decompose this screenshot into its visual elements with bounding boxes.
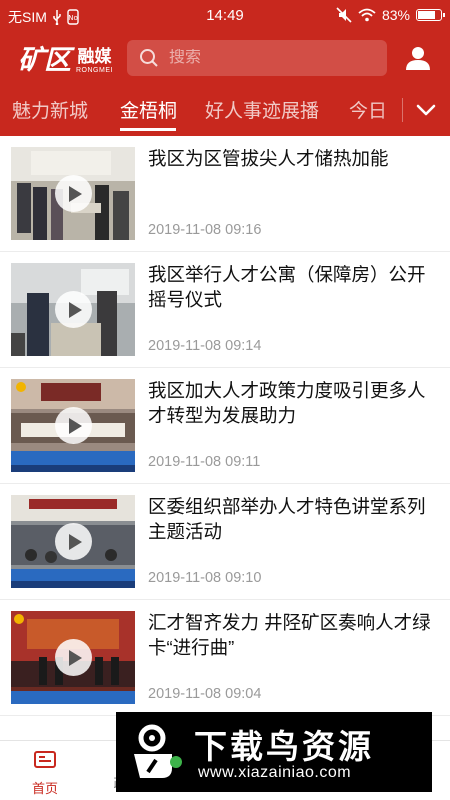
logo-en-text: RONGMEI — [76, 66, 113, 74]
user-icon — [406, 47, 430, 70]
app-header: 矿区 融媒 RONGMEI — [0, 32, 450, 84]
news-item[interactable]: 汇才智齐发力 井陉矿区奏响人才绿卡“进行曲” 2019-11-08 09:04 — [0, 600, 450, 716]
news-title[interactable]: 汇才智齐发力 井陉矿区奏响人才绿卡“进行曲” — [148, 610, 438, 660]
play-icon[interactable] — [55, 639, 92, 676]
video-thumbnail[interactable] — [11, 263, 135, 356]
news-title[interactable]: 我区为区管拔尖人才储热加能 — [148, 146, 438, 171]
search-bar[interactable] — [127, 40, 387, 76]
battery-fill — [418, 11, 435, 19]
status-right: 83% — [336, 7, 445, 23]
news-date: 2019-11-08 09:04 — [148, 686, 262, 702]
logo-cn-text: 融媒 — [77, 46, 112, 66]
play-icon[interactable] — [55, 523, 92, 560]
news-item[interactable]: 我区举行人才公寓（保障房）公开摇号仪式 2019-11-08 09:14 — [0, 252, 450, 368]
bird-logo-icon — [134, 724, 182, 778]
app-logo[interactable]: 矿区 融媒 RONGMEI — [18, 38, 113, 77]
news-list: 我区为区管拔尖人才储热加能 2019-11-08 09:16 我区举行人才公寓（… — [0, 136, 450, 716]
tab-meili-xincheng[interactable]: 魅力新城 — [12, 96, 88, 123]
wifi-icon — [358, 8, 376, 22]
video-thumbnail[interactable] — [11, 495, 135, 588]
tab-jin-wutong[interactable]: 金梧桐 — [120, 96, 177, 123]
logo-sub: 融媒 RONGMEI — [76, 42, 113, 74]
video-thumbnail[interactable] — [11, 611, 135, 704]
play-icon[interactable] — [55, 407, 92, 444]
watermark-title: 下载鸟资源 — [194, 728, 374, 765]
nav-home-label: 首页 — [31, 781, 58, 796]
active-tab-indicator — [120, 128, 176, 131]
news-item[interactable]: 区委组织部举办人才特色讲堂系列主题活动 2019-11-08 09:10 — [0, 484, 450, 600]
news-title[interactable]: 我区举行人才公寓（保障房）公开摇号仪式 — [148, 262, 438, 312]
news-item[interactable]: 我区为区管拔尖人才储热加能 2019-11-08 09:16 — [0, 136, 450, 252]
news-date: 2019-11-08 09:11 — [148, 454, 261, 470]
watermark-url: www.xiazainiao.com — [198, 764, 352, 781]
tabs-fade — [380, 84, 402, 136]
chevron-down-icon — [416, 104, 436, 116]
tabs-expand-button[interactable] — [402, 84, 450, 136]
battery-icon — [416, 9, 445, 21]
news-date: 2019-11-08 09:10 — [148, 570, 262, 586]
mute-icon — [336, 7, 352, 23]
news-date: 2019-11-08 09:16 — [148, 222, 262, 238]
home-icon — [34, 751, 56, 768]
video-thumbnail[interactable] — [11, 147, 135, 240]
search-input[interactable] — [169, 49, 369, 67]
news-date: 2019-11-08 09:14 — [148, 338, 262, 354]
video-thumbnail[interactable] — [11, 379, 135, 472]
news-title[interactable]: 区委组织部举办人才特色讲堂系列主题活动 — [148, 494, 438, 544]
news-item[interactable]: 我区加大人才政策力度吸引更多人才转型为发展助力 2019-11-08 09:11 — [0, 368, 450, 484]
category-tabs: 魅力新城 金梧桐 好人事迹展播 今日 — [0, 84, 450, 136]
status-bar: 无SIM No 14:49 83% — [0, 0, 450, 32]
logo-main-text: 矿区 — [18, 45, 71, 76]
search-icon — [140, 49, 158, 67]
tab-haoren-shiji[interactable]: 好人事迹展播 — [205, 96, 319, 123]
battery-percent: 83% — [381, 7, 410, 23]
watermark-banner: 下载鸟资源 www.xiazainiao.com — [116, 712, 432, 792]
news-title[interactable]: 我区加大人才政策力度吸引更多人才转型为发展助力 — [148, 378, 438, 428]
play-icon[interactable] — [55, 291, 92, 328]
play-icon[interactable] — [55, 175, 92, 212]
user-profile-button[interactable] — [404, 44, 432, 72]
nav-home[interactable]: 首页 — [22, 749, 68, 797]
